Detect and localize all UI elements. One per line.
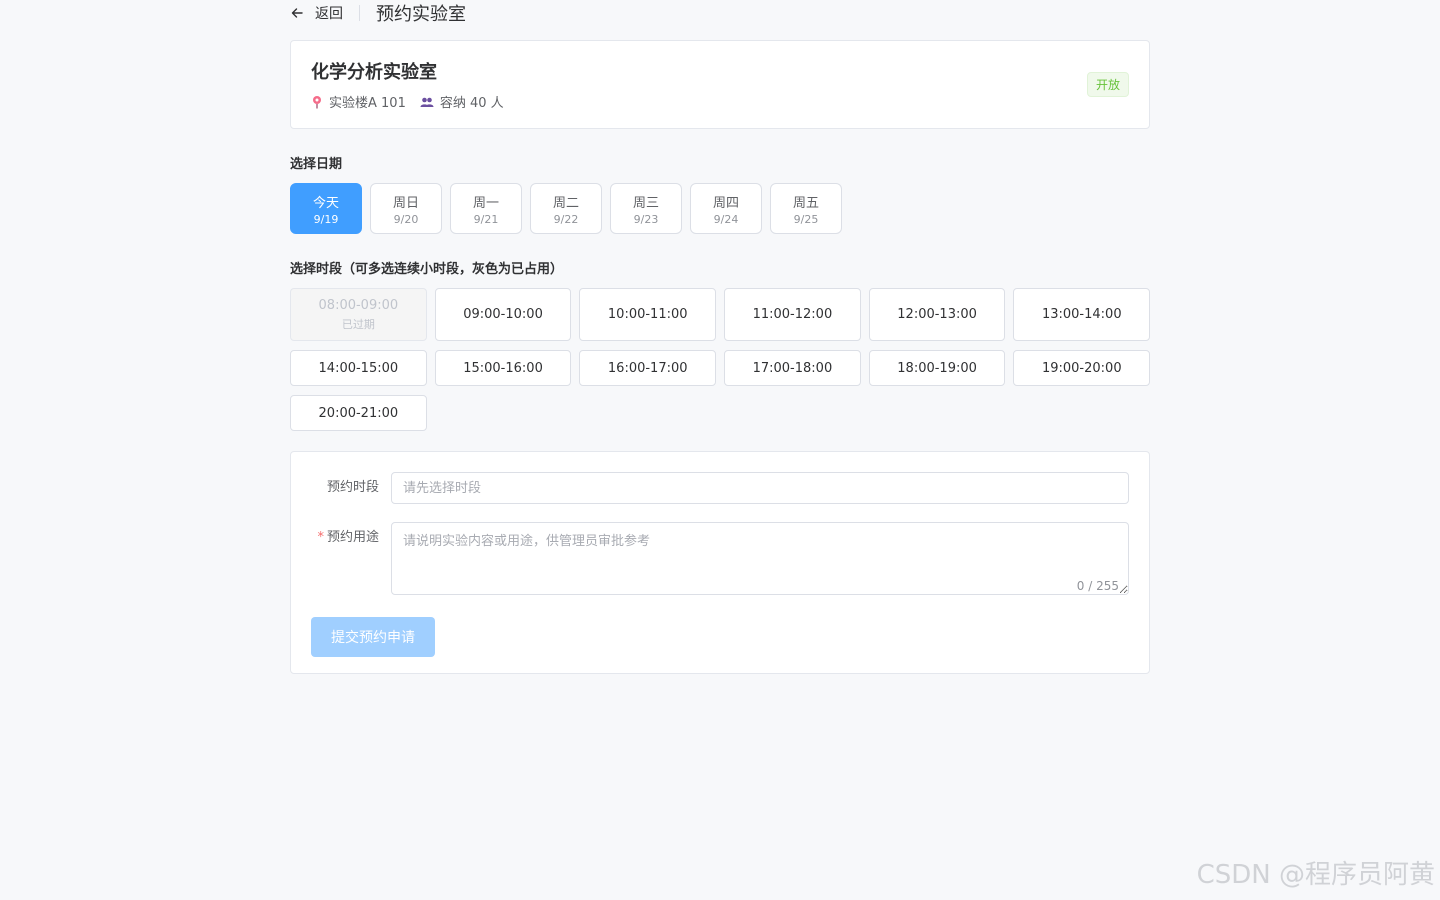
purpose-form-row: *预约用途 0 / 255: [311, 522, 1129, 599]
date-option-date: 9/21: [473, 212, 499, 226]
time-slot[interactable]: 18:00-19:00: [868, 350, 1006, 386]
page-header: 返回 预约实验室: [290, 0, 1150, 26]
time-slot-label: 09:00-10:00: [463, 307, 543, 322]
time-slot-label: 13:00-14:00: [1041, 307, 1122, 322]
map-pin-icon: [313, 95, 321, 108]
time-slot[interactable]: 16:00-17:00: [579, 350, 717, 386]
status-badge: 开放: [1086, 72, 1129, 97]
lab-info: 化学分析实验室 实验楼A 101 容纳 40 人: [311, 58, 518, 111]
users-icon: [420, 97, 434, 107]
slot-field-label-text: 预约时段: [326, 480, 379, 495]
back-button[interactable]: 返回: [290, 3, 343, 23]
date-option-day: 周一: [472, 195, 499, 211]
page-title: 预约实验室: [376, 4, 466, 25]
submit-row: 提交预约申请: [311, 599, 1129, 657]
submit-booking-button[interactable]: 提交预约申请: [311, 617, 435, 657]
lab-name: 化学分析实验室: [311, 62, 437, 83]
booking-form: 预约时段 *预约用途 0 / 255 提交预约申请: [290, 451, 1150, 674]
lab-location: 实验楼A 101: [311, 92, 406, 111]
time-slot-label: 14:00-15:00: [318, 360, 399, 376]
date-option-day: 周四: [712, 195, 739, 211]
date-option-day: 今天: [312, 195, 339, 211]
slot-form-row: 预约时段: [311, 472, 1129, 504]
time-slot[interactable]: 11:00-12:00: [724, 288, 861, 341]
watermark: CSDN @程序员阿黄: [1196, 860, 1435, 890]
time-slot[interactable]: 17:00-18:00: [724, 350, 861, 386]
lab-capacity: 容纳 40 人: [420, 92, 504, 111]
date-section-label: 选择日期: [290, 157, 343, 172]
time-slot-label: 18:00-19:00: [897, 360, 977, 376]
date-option-date: 9/19: [313, 212, 339, 226]
time-slot-label: 19:00-20:00: [1041, 360, 1122, 376]
main-container: 返回 预约实验室 化学分析实验室 实验楼A 101 容纳 40 人 开放 选择日…: [290, 0, 1151, 674]
purpose-textarea-wrap: 0 / 255: [391, 522, 1129, 599]
lab-meta: 实验楼A 101 容纳 40 人: [311, 92, 518, 111]
time-slot[interactable]: 15:00-16:00: [434, 350, 572, 386]
time-slot[interactable]: 19:00-20:00: [1013, 350, 1151, 386]
time-slot-label: 17:00-18:00: [752, 360, 833, 376]
date-option-date: 9/23: [633, 212, 659, 226]
date-option[interactable]: 周五 9/25: [770, 183, 842, 234]
time-slot-label: 11:00-12:00: [752, 307, 833, 322]
time-slot[interactable]: 10:00-11:00: [579, 288, 717, 341]
time-slot-label: 16:00-17:00: [607, 360, 688, 376]
date-option[interactable]: 周二 9/22: [530, 183, 602, 234]
time-slot-label: 08:00-09:00: [318, 297, 399, 313]
time-slot-label: 20:00-21:00: [318, 405, 399, 421]
time-slot[interactable]: 13:00-14:00: [1013, 288, 1151, 341]
date-option[interactable]: 周日 9/20: [370, 183, 442, 234]
time-slot: 08:00-09:00 已过期: [290, 288, 427, 341]
time-slot[interactable]: 12:00-13:00: [868, 288, 1006, 341]
date-option-day: 周五: [792, 195, 819, 211]
date-option[interactable]: 周四 9/24: [690, 183, 762, 234]
time-slot[interactable]: 14:00-15:00: [290, 350, 427, 386]
slot-section-label: 选择时段（可多选连续小时段，灰色为已占用）: [290, 262, 564, 277]
time-slot[interactable]: 20:00-21:00: [290, 395, 427, 431]
lab-location-text: 实验楼A 101: [329, 96, 406, 111]
date-option-date: 9/25: [793, 212, 819, 226]
page: 返回 预约实验室 化学分析实验室 实验楼A 101 容纳 40 人 开放 选择日…: [0, 0, 1440, 900]
time-slot-label: 12:00-13:00: [897, 307, 977, 322]
arrow-left-icon: [291, 8, 303, 18]
date-selector: 今天 9/19 周日 9/20 周一 9/21 周二 9/22 周三 9/23 周四 9/24 周五 9/…: [290, 183, 1150, 234]
back-label: 返回: [315, 6, 343, 22]
date-option-day: 周二: [552, 195, 579, 211]
date-option[interactable]: 周三 9/23: [610, 183, 682, 234]
time-slot-status: 已过期: [341, 317, 375, 331]
purpose-field-label: * 预约用途: [311, 522, 391, 554]
header-divider: [359, 5, 360, 21]
date-option-day: 周三: [632, 195, 659, 211]
date-option-date: 9/22: [553, 212, 579, 226]
required-mark: *: [317, 530, 324, 545]
lab-info-card: 化学分析实验室 实验楼A 101 容纳 40 人 开放: [290, 40, 1150, 129]
booking-slot-input[interactable]: [391, 472, 1129, 504]
time-slot-label: 10:00-11:00: [607, 307, 688, 322]
char-count: 0 / 255: [1076, 579, 1119, 593]
purpose-field-label-text: 预约用途: [326, 530, 379, 545]
lab-capacity-text: 容纳 40 人: [439, 96, 504, 111]
date-option[interactable]: 周一 9/21: [450, 183, 522, 234]
date-option-day: 周日: [392, 195, 419, 211]
date-option-date: 9/20: [393, 212, 419, 226]
date-option[interactable]: 今天 9/19: [290, 183, 362, 234]
purpose-textarea[interactable]: [391, 522, 1129, 595]
slot-field-label: 预约时段: [311, 472, 391, 504]
time-slot[interactable]: 09:00-10:00: [434, 288, 572, 341]
time-slot-label: 15:00-16:00: [463, 360, 543, 376]
date-option-date: 9/24: [713, 212, 739, 226]
time-slot-grid: 08:00-09:00 已过期 09:00-10:00 10:00-11:00 11:0…: [290, 288, 1151, 431]
